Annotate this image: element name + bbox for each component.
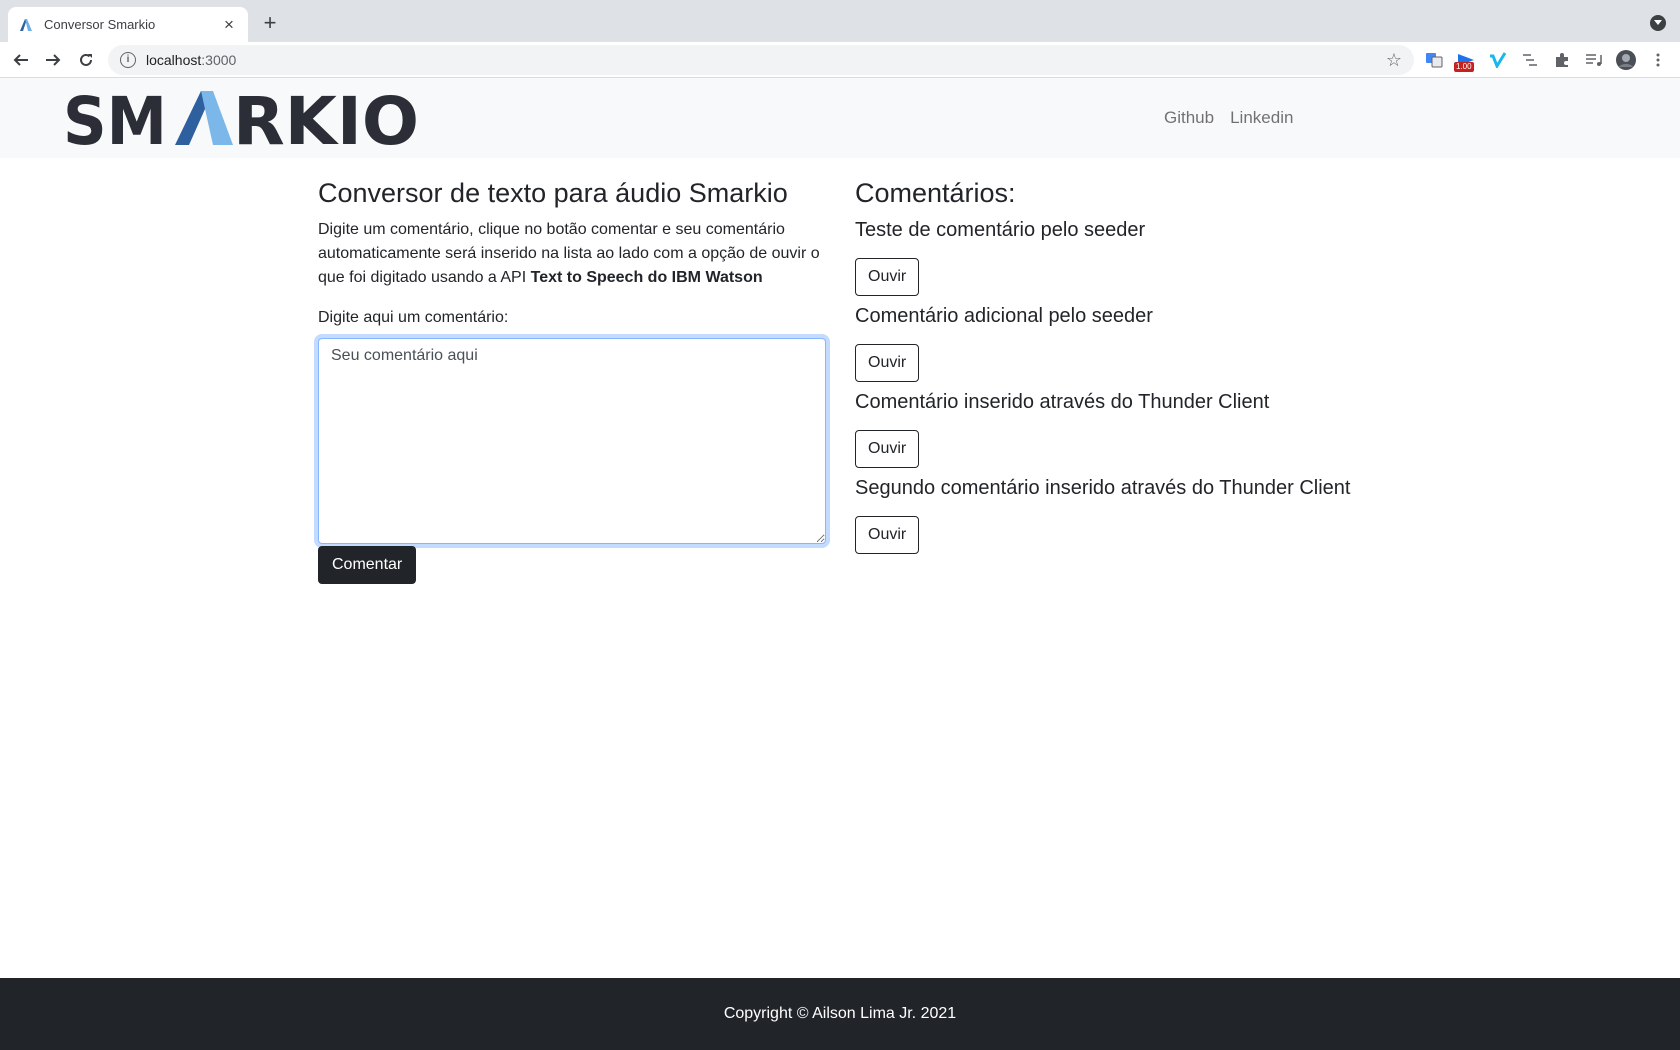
- listen-button[interactable]: Ouvir: [855, 344, 920, 382]
- comment-field-label: Digite aqui um comentário:: [318, 309, 509, 326]
- comment-text: Segundo comentário inserido através do T…: [855, 477, 1351, 499]
- copyright-text: Copyright © Ailson Lima Jr. 2021: [723, 1005, 957, 1022]
- page-title: Conversor de texto para áudio Smarkio: [318, 178, 788, 208]
- converter-description: Digite um comentário, clique no botão co…: [318, 221, 820, 286]
- comment-item: Segundo comentário inserido através do T…: [855, 476, 1375, 554]
- api-name: Text to Speech do IBM Watson: [530, 269, 763, 286]
- svg-text:RKIO: RKIO: [233, 90, 419, 146]
- comment-text: Comentário adicional pelo seeder: [855, 305, 1153, 327]
- bookmark-star-icon[interactable]: ☆: [1386, 50, 1402, 70]
- listen-button[interactable]: Ouvir: [855, 516, 920, 554]
- playback-speed-extension-icon[interactable]: 1.00: [1454, 50, 1476, 72]
- listen-button[interactable]: Ouvir: [855, 430, 920, 468]
- nav-link-linkedin[interactable]: Linkedin: [1222, 108, 1301, 128]
- address-bar[interactable]: i localhost:3000 ☆: [108, 45, 1414, 75]
- comment-item: Teste de comentário pelo seeder Ouvir: [855, 218, 1375, 296]
- site-info-icon[interactable]: i: [120, 52, 136, 68]
- site-navbar: SM RKIO Github Linkedin: [0, 78, 1680, 160]
- profile-avatar[interactable]: [1616, 50, 1636, 70]
- back-arrow-icon[interactable]: [10, 49, 32, 71]
- tab-search-icon[interactable]: [1650, 15, 1666, 31]
- comment-submit-button[interactable]: Comentar: [318, 546, 417, 584]
- converter-section: Conversor de texto para áudio Smarkio Di…: [318, 158, 826, 584]
- tree-list-extension-icon[interactable]: [1520, 50, 1540, 70]
- nav-link-github[interactable]: Github: [1156, 108, 1222, 128]
- comments-title: Comentários:: [855, 178, 1016, 208]
- browser-tab[interactable]: Conversor Smarkio ×: [8, 7, 248, 42]
- url-text: localhost:3000: [146, 52, 237, 68]
- forward-arrow-icon[interactable]: [42, 49, 64, 71]
- vimeo-extension-icon[interactable]: [1488, 50, 1508, 70]
- site-footer: Copyright © Ailson Lima Jr. 2021: [0, 978, 1680, 1050]
- comments-section: Comentários: Teste de comentário pelo se…: [855, 158, 1375, 554]
- smarkio-favicon-icon: [18, 17, 34, 33]
- extensions-puzzle-icon[interactable]: [1552, 50, 1572, 70]
- browser-menu-icon[interactable]: [1648, 50, 1668, 70]
- new-tab-button[interactable]: +: [259, 12, 281, 34]
- browser-tab-strip: Conversor Smarkio × +: [0, 0, 1680, 42]
- comment-text: Teste de comentário pelo seeder: [855, 219, 1146, 241]
- comment-text: Comentário inserido através do Thunder C…: [855, 391, 1270, 413]
- tab-close-icon[interactable]: ×: [220, 15, 238, 34]
- svg-text:SM: SM: [63, 90, 167, 146]
- browser-toolbar: i localhost:3000 ☆ 1.00: [0, 42, 1680, 78]
- comment-textarea[interactable]: [318, 338, 826, 544]
- comment-item: Comentário inserido através do Thunder C…: [855, 390, 1375, 468]
- playback-speed-badge: 1.00: [1454, 62, 1474, 72]
- nav-links: Github Linkedin: [1156, 78, 1301, 158]
- reload-icon[interactable]: [75, 49, 97, 71]
- tab-title: Conversor Smarkio: [44, 17, 156, 32]
- media-control-icon[interactable]: [1584, 50, 1604, 70]
- translate-extension-icon[interactable]: [1424, 50, 1444, 70]
- listen-button[interactable]: Ouvir: [855, 258, 920, 296]
- comment-item: Comentário adicional pelo seeder Ouvir: [855, 304, 1375, 382]
- smarkio-logo[interactable]: SM RKIO: [63, 83, 419, 160]
